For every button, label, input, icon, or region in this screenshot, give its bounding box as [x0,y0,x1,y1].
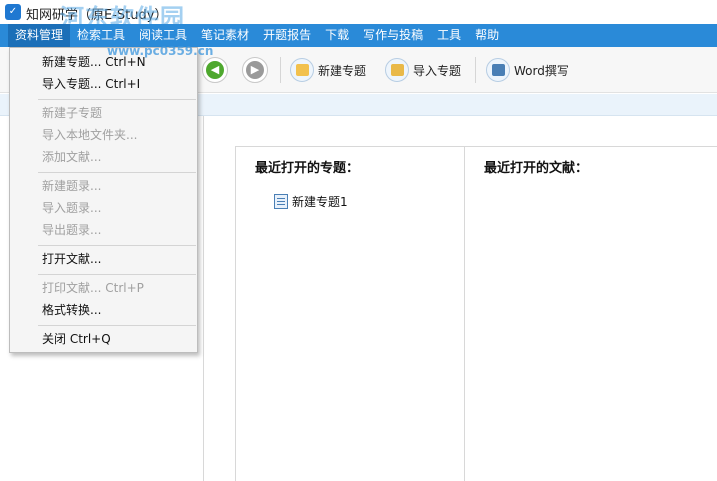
menu-separator [38,245,196,246]
menu-import-local-folder[interactable]: 导入本地文件夹... [42,126,137,144]
toolbar-separator [280,57,281,83]
menu-separator [38,172,196,173]
menu-tools[interactable]: 工具 [430,24,468,47]
arrow-right-icon: ▶ [246,61,264,79]
resource-management-dropdown: 新建专题... Ctrl+N 导入专题... Ctrl+I 新建子专题 导入本地… [9,47,198,353]
import-topic-icon [385,58,409,82]
menu-open-document[interactable]: 打开文献... [42,250,101,268]
menu-add-document[interactable]: 添加文献... [42,148,101,166]
menu-export-record[interactable]: 导出题录... [42,221,101,239]
watermark-url: www.pc0359.cn [107,44,214,58]
menu-print-document[interactable]: 打印文献... Ctrl+P [42,279,144,297]
menu-import-record[interactable]: 导入题录... [42,199,101,217]
import-topic-button[interactable]: 导入专题 [385,56,461,84]
word-write-button[interactable]: Word撰写 [486,56,569,84]
recent-topics-panel: 最近打开的专题： 新建专题1 [235,146,465,481]
menu-resource-management[interactable]: 资料管理 [8,24,71,47]
menu-close[interactable]: 关闭 Ctrl+Q [42,330,111,348]
menu-download[interactable]: 下载 [318,24,356,47]
recent-docs-title: 最近打开的文献： [484,161,589,176]
menu-separator [38,99,196,100]
menu-format-convert[interactable]: 格式转换... [42,301,101,319]
import-topic-label: 导入专题 [413,63,462,78]
recent-topics-title: 最近打开的专题： [255,161,360,176]
back-button[interactable]: ◀ [202,57,228,83]
app-icon: ✓ [5,4,21,20]
menu-proposal-report[interactable]: 开题报告 [256,24,318,47]
new-topic-icon [290,58,314,82]
menu-separator [38,325,196,326]
menu-separator [38,274,196,275]
title-bar: ✓ 知网研学（原E-Study） 河东软件园 [0,0,717,32]
arrow-left-icon: ◀ [206,61,224,79]
word-document-icon [486,58,510,82]
menu-writing-submission[interactable]: 写作与投稿 [356,24,430,47]
recent-docs-panel: 最近打开的文献： [464,146,717,481]
menu-gutter [10,48,36,352]
new-topic-label: 新建专题 [318,63,367,78]
recent-topic-item[interactable]: 新建专题1 [274,193,348,210]
start-page: 最近打开的专题： 新建专题1 最近打开的文献： [204,116,717,481]
menu-import-topic[interactable]: 导入专题... Ctrl+I [42,75,140,93]
recent-topic-label: 新建专题1 [292,195,348,209]
new-topic-button[interactable]: 新建专题 [290,56,366,84]
menu-help[interactable]: 帮助 [468,24,506,47]
forward-button[interactable]: ▶ [242,57,268,83]
toolbar-separator [475,57,476,83]
menu-new-record[interactable]: 新建题录... [42,177,101,195]
word-write-label: Word撰写 [514,63,569,78]
menu-new-subtopic[interactable]: 新建子专题 [42,104,102,122]
topic-document-icon [274,194,288,209]
